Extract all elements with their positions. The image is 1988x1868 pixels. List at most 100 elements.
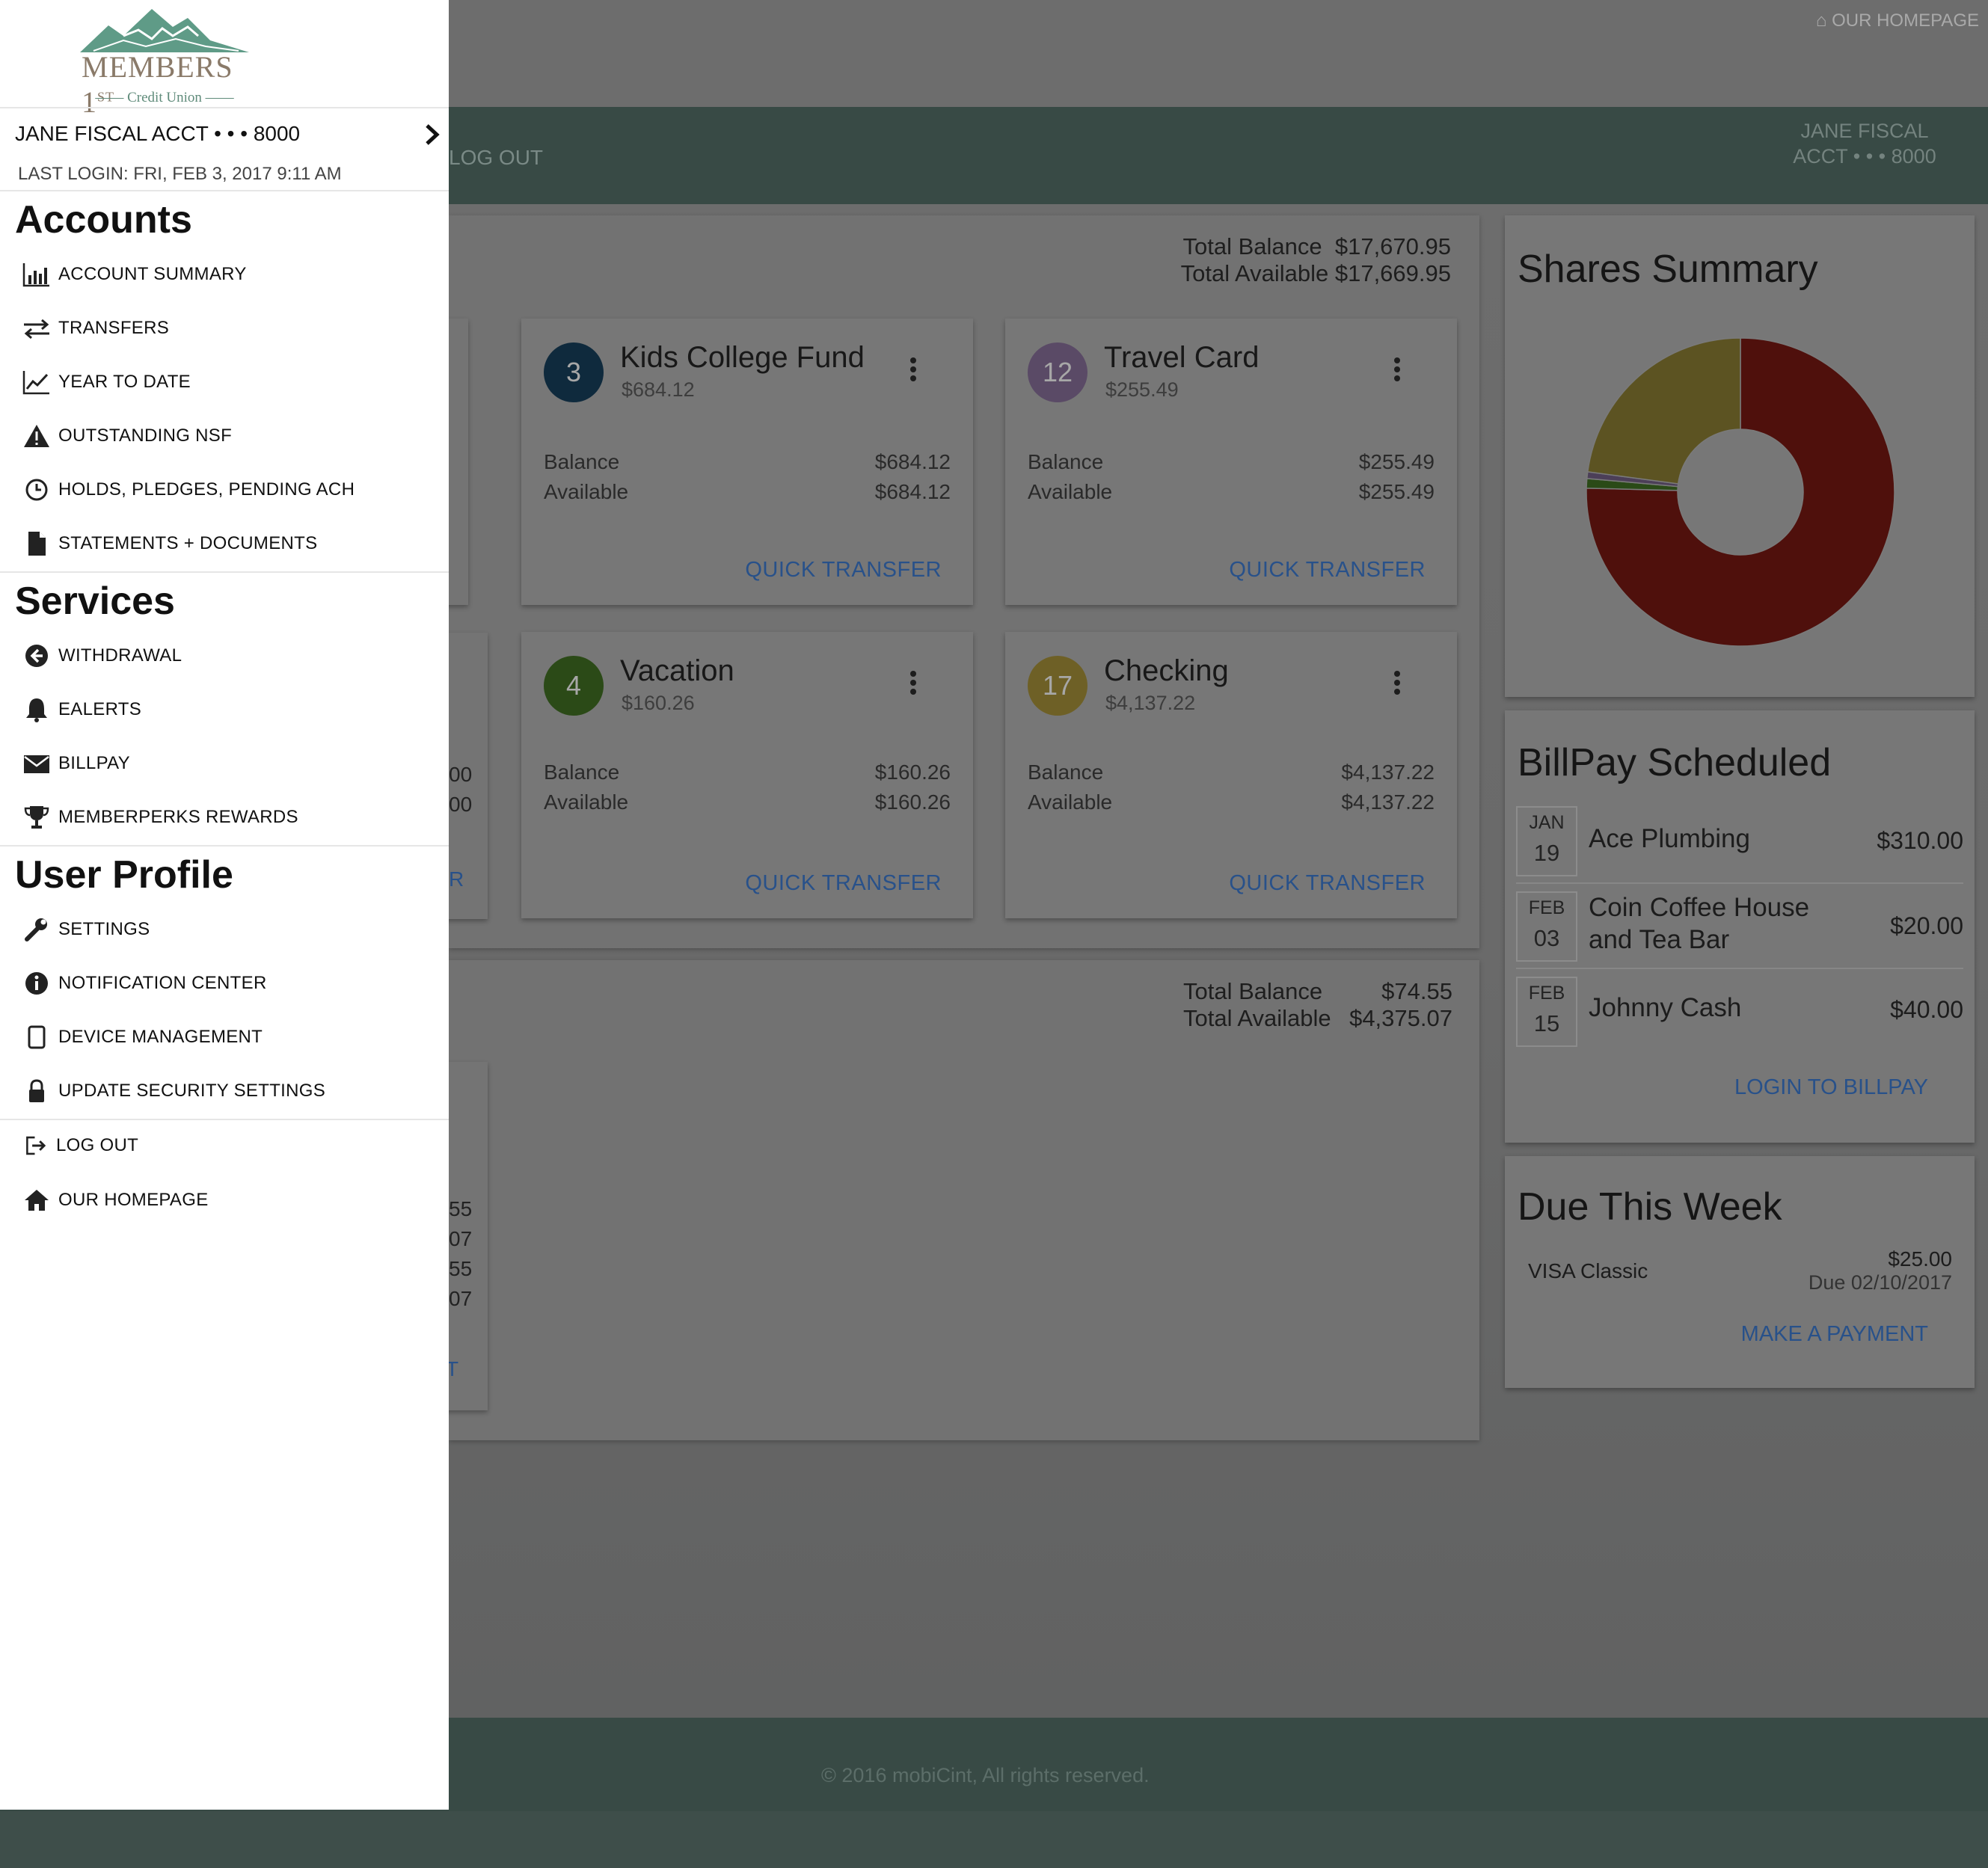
available-value: $160.26 — [874, 790, 951, 814]
footer-bottom — [0, 1811, 1988, 1868]
warning-icon — [24, 425, 49, 447]
billpay-month: FEB — [1528, 983, 1565, 1004]
billpay-item[interactable]: JAN 19 Ace Plumbing $310.00 — [1516, 799, 1963, 884]
hidden-edge-values: 55 07 55 07 — [449, 1194, 472, 1314]
due-date: Due 02/10/2017 — [1808, 1271, 1952, 1294]
billpay-amount: $40.00 — [1890, 996, 1963, 1023]
menu-label: LOG OUT — [56, 1135, 139, 1155]
available-row: Available $684.12 — [544, 480, 951, 504]
balance-label: Balance — [544, 450, 620, 473]
balance-row: Balance $255.49 — [1028, 450, 1435, 474]
menu-label: DEVICE MANAGEMENT — [58, 1027, 263, 1047]
account-badge: 4 — [544, 656, 604, 716]
menu-withdrawal[interactable]: WITHDRAWAL — [22, 641, 182, 671]
menu-settings[interactable]: SETTINGS — [22, 915, 150, 944]
due-this-week-card: Due This Week VISA Classic $25.00 Due 02… — [1505, 1156, 1975, 1388]
arrow-circle-left-icon — [25, 645, 48, 667]
divider — [0, 845, 449, 847]
menu-year-to-date[interactable]: YEAR TO DATE — [22, 367, 191, 397]
logo-text: MEMBERS 1 — [82, 50, 233, 119]
menu-memberperks-rewards[interactable]: MEMBERPERKS REWARDS — [22, 802, 298, 832]
loans-totals: Total Balance $74.55 Total Available $4,37… — [1183, 978, 1452, 1032]
menu-our-homepage[interactable]: OUR HOMEPAGE — [22, 1185, 209, 1215]
menu-billpay[interactable]: BILLPAY — [22, 749, 130, 778]
billpay-day: 15 — [1533, 1010, 1560, 1036]
billpay-card: BillPay Scheduled JAN 19 Ace Plumbing $31… — [1505, 710, 1975, 1143]
billpay-item[interactable]: FEB 15 Johnny Cash $40.00 — [1516, 969, 1963, 1053]
billpay-item[interactable]: FEB 03 Coin Coffee House and Tea Bar $20.0… — [1516, 884, 1963, 969]
menu-statements-documents[interactable]: STATEMENTS + DOCUMENTS — [22, 529, 317, 559]
logo-subtitle: —— Credit Union —— — [95, 90, 234, 105]
account-badge: 12 — [1028, 342, 1087, 402]
shares-donut-chart — [1586, 337, 1895, 647]
available-value: $255.49 — [1358, 480, 1435, 503]
available-row: Available $255.49 — [1028, 480, 1435, 504]
account-card[interactable]: 12 Travel Card $255.49 Balance $255.49 Av… — [1005, 319, 1457, 605]
available-row: Available $160.26 — [544, 790, 951, 814]
account-amount: $255.49 — [1105, 378, 1179, 401]
shares-summary-title: Shares Summary — [1518, 248, 1818, 291]
homepage-link[interactable]: ⌂ OUR HOMEPAGE — [1816, 10, 1979, 31]
header-logout-link[interactable]: LOG OUT — [449, 146, 543, 170]
header-account: JANE FISCAL ACCT • • • 8000 — [1782, 118, 1947, 169]
quick-transfer-button[interactable]: QUICK TRANSFER — [745, 871, 942, 896]
menu-update-security-settings[interactable]: UPDATE SECURITY SETTINGS — [22, 1076, 325, 1106]
account-card[interactable]: 3 Kids College Fund $684.12 Balance $684.… — [521, 319, 973, 605]
lock-icon — [29, 1079, 44, 1102]
last-login: LAST LOGIN: FRI, FEB 3, 2017 9:11 AM — [18, 164, 342, 184]
quick-transfer-button[interactable]: QUICK TRANSFER — [745, 558, 942, 583]
menu-ealerts[interactable]: EALERTS — [22, 695, 141, 725]
menu-notification-center[interactable]: NOTIFICATION CENTER — [22, 968, 267, 998]
billpay-payee: Coin Coffee House and Tea Bar — [1589, 891, 1809, 956]
billpay-day: 19 — [1533, 840, 1560, 866]
account-card[interactable]: 4 Vacation $160.26 Balance $160.26 Availa… — [521, 632, 973, 918]
account-name: Vacation — [620, 654, 734, 687]
account-amount: $160.26 — [622, 692, 695, 714]
tablet-icon — [28, 1025, 46, 1049]
more-options-icon[interactable] — [1394, 357, 1400, 381]
more-options-icon[interactable] — [1394, 671, 1400, 695]
balance-label: Balance — [544, 761, 620, 784]
logo-wordmark: MEMBERS 1ST — [82, 49, 251, 120]
available-label: Available — [1028, 480, 1113, 503]
menu-outstanding-nsf[interactable]: OUTSTANDING NSF — [22, 421, 232, 451]
quick-transfer-button[interactable]: QUICK TRANSFER — [1229, 558, 1426, 583]
balance-row: Balance $684.12 — [544, 450, 951, 474]
total-available-label: Total Available — [1183, 1005, 1331, 1031]
menu-log-out[interactable]: LOG OUT — [25, 1131, 138, 1161]
quick-transfer-button[interactable]: QUICK TRANSFER — [1229, 871, 1426, 896]
balance-row: Balance $4,137.22 — [1028, 761, 1435, 784]
donut-slice-3[interactable] — [1586, 337, 1741, 485]
total-balance-value: $17,670.95 — [1334, 233, 1451, 259]
more-options-icon[interactable] — [910, 357, 916, 381]
available-value: $684.12 — [874, 480, 951, 503]
total-balance-label: Total Balance — [1183, 978, 1323, 1004]
menu-holds-pledges[interactable]: HOLDS, PLEDGES, PENDING ACH — [22, 475, 355, 505]
account-name: Kids College Fund — [620, 341, 865, 374]
menu-account-summary[interactable]: ACCOUNT SUMMARY — [22, 259, 247, 289]
menu-label: ACCOUNT SUMMARY — [58, 264, 247, 284]
divider — [0, 190, 449, 191]
header-account-name: JANE FISCAL — [1800, 120, 1929, 142]
drawer-account[interactable]: JANE FISCAL ACCT • • • 8000 — [15, 122, 300, 146]
menu-transfers[interactable]: TRANSFERS — [22, 313, 169, 343]
chevron-right-icon[interactable] — [423, 123, 441, 146]
available-value: $4,137.22 — [1341, 790, 1435, 814]
section-user-profile: User Profile — [15, 853, 233, 897]
more-options-icon[interactable] — [910, 671, 916, 695]
make-a-payment-link[interactable]: MAKE A PAYMENT — [1741, 1322, 1928, 1347]
balance-value: $4,137.22 — [1341, 761, 1435, 784]
balance-label: Balance — [1028, 450, 1104, 473]
transfer-arrows-icon — [24, 319, 49, 340]
account-card[interactable]: 17 Checking $4,137.22 Balance $4,137.22 A… — [1005, 632, 1457, 918]
billpay-payee-line: Ace Plumbing — [1589, 824, 1750, 853]
hidden-edge-link[interactable]: R — [449, 867, 464, 891]
members-1st-logo[interactable]: MEMBERS 1ST —— Credit Union —— — [79, 6, 251, 119]
available-label: Available — [1028, 790, 1113, 814]
login-to-billpay-link[interactable]: LOGIN TO BILLPAY — [1734, 1075, 1928, 1100]
menu-device-management[interactable]: DEVICE MANAGEMENT — [22, 1022, 263, 1052]
balance-value: $684.12 — [874, 450, 951, 473]
due-amount: $25.00 — [1888, 1247, 1952, 1271]
available-label: Available — [544, 480, 629, 503]
hidden-edge-value: 55 — [449, 1257, 473, 1280]
